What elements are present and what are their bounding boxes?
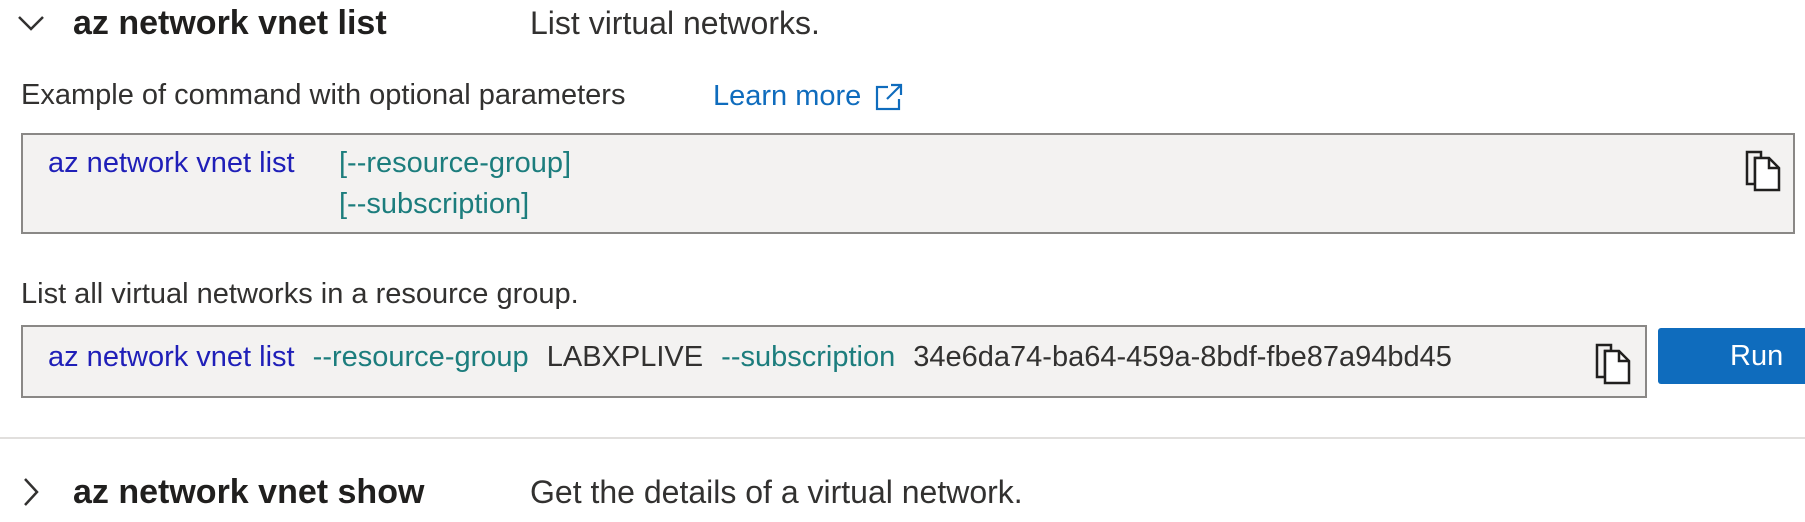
command-name: az network vnet list <box>73 3 387 42</box>
command-name: az network vnet show <box>73 472 425 511</box>
command-row-vnet-list[interactable]: az network vnet list List virtual networ… <box>0 0 1805 53</box>
learn-more-text: Learn more <box>713 80 862 112</box>
copy-icon[interactable] <box>1745 150 1781 192</box>
command-description: Get the details of a virtual network. <box>530 473 1023 510</box>
code-param-subscription: --subscription <box>721 341 896 373</box>
example-label: List all virtual networks in a resource … <box>21 278 579 310</box>
command-description: List virtual networks. <box>530 4 820 41</box>
learn-more-link[interactable]: Learn more <box>713 80 904 113</box>
optional-example-label: Example of command with optional paramet… <box>21 79 626 111</box>
code-param-subscription: [--subscription] <box>339 188 530 220</box>
chevron-down-icon[interactable] <box>16 8 46 38</box>
code-param-resource-group: [--resource-group] <box>339 147 572 179</box>
code-command: az network vnet list <box>48 341 295 373</box>
code-param-resource-group: --resource-group <box>312 341 529 373</box>
external-link-icon <box>876 82 904 110</box>
copy-icon[interactable] <box>1595 343 1631 385</box>
run-button[interactable]: Run <box>1658 328 1805 384</box>
example-code-line: az network vnet list --resource-group LA… <box>48 341 1452 374</box>
chevron-right-icon[interactable] <box>16 477 46 507</box>
code-command: az network vnet list <box>48 147 295 179</box>
example-code-block: az network vnet list --resource-group LA… <box>21 325 1647 398</box>
divider <box>0 437 1805 439</box>
code-value-subscription: 34e6da74-ba64-459a-8bdf-fbe87a94bd45 <box>913 341 1452 373</box>
optional-example-code-block: az network vnet list [--resource-group] … <box>21 133 1795 234</box>
code-value-resource-group: LABXPLIVE <box>546 341 704 373</box>
command-row-vnet-show[interactable]: az network vnet show Get the details of … <box>0 462 1805 522</box>
